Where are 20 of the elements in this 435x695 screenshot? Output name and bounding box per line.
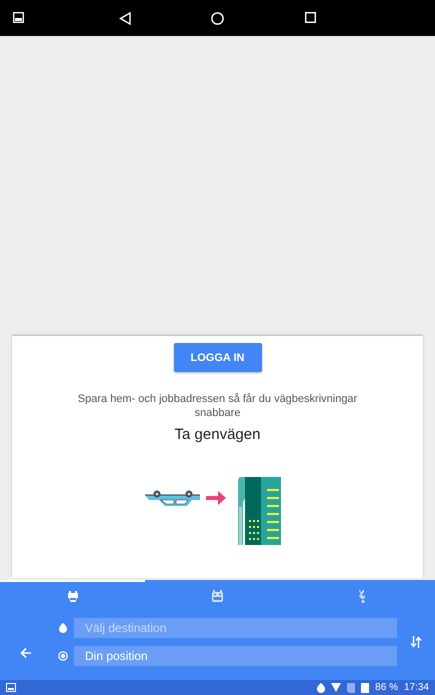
car-drawing [144,490,200,506]
notification-icon [6,683,16,692]
home-icon[interactable] [211,12,224,25]
building-drawing [238,477,280,545]
arrow-icon [206,491,226,505]
recents-icon[interactable] [305,12,316,23]
swap-icon[interactable] [410,635,422,649]
battery-percentage: 86 % [375,682,398,693]
bus-icon [212,590,223,602]
origin-field[interactable]: Din position [74,646,397,666]
clock: 17:34 [404,682,429,693]
destination-field[interactable]: Välj destination [74,618,397,638]
card-description: Spara hem- och jobbadressen så får du vägbeskrivningar snabbare [78,392,358,420]
car-icon [66,590,78,602]
back-arrow-icon[interactable] [20,647,32,659]
current-location-icon [58,651,68,661]
card-title: Ta genvägen [174,426,260,443]
back-icon[interactable] [119,12,131,25]
login-button[interactable]: LOGGA IN [174,343,262,372]
location-pin-icon [59,623,67,633]
